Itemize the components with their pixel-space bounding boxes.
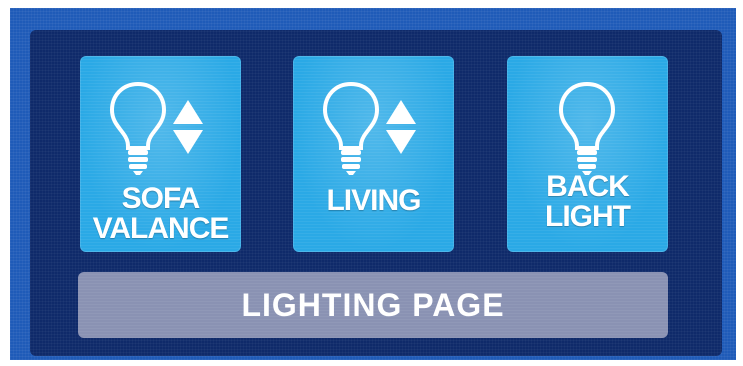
lightbulb-icon xyxy=(322,81,380,175)
dimmer-up-down-icon xyxy=(386,100,416,154)
tile-label-line2: LIGHT xyxy=(545,200,631,233)
tile-icons xyxy=(507,78,668,178)
tile-living[interactable]: LIVING xyxy=(293,56,454,252)
lightbulb-icon xyxy=(109,81,167,175)
tile-icons xyxy=(80,78,241,178)
lighting-page-button[interactable]: LIGHTING PAGE xyxy=(78,272,668,338)
tile-label-line2: VALANCE xyxy=(92,212,230,245)
dimmer-up-down-icon xyxy=(173,100,203,154)
tile-label: BACK LIGHT xyxy=(507,172,668,232)
tile-label: SOFA VALANCE xyxy=(80,184,241,244)
lighting-panel: SOFA VALANCE LIVING BACK LIGHT LIGHTING … xyxy=(30,30,722,356)
tile-icons xyxy=(293,78,454,178)
tile-label-line1: BACK xyxy=(546,170,630,203)
lightbulb-icon xyxy=(558,81,616,175)
touchscreen: SOFA VALANCE LIVING BACK LIGHT LIGHTING … xyxy=(10,8,736,360)
tile-back-light[interactable]: BACK LIGHT xyxy=(507,56,668,252)
tile-label-line1: SOFA xyxy=(121,182,201,215)
tile-label: LIVING xyxy=(293,186,454,216)
tile-sofa-valance[interactable]: SOFA VALANCE xyxy=(80,56,241,252)
tile-label-line1: LIVING xyxy=(326,184,421,217)
